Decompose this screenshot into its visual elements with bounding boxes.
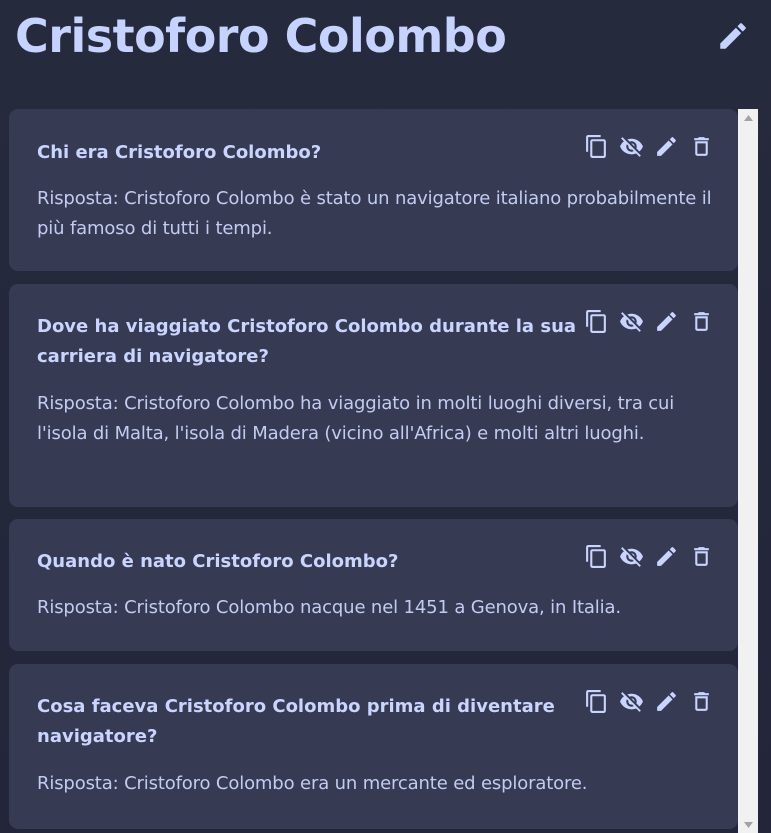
edit-card-button[interactable] (653, 308, 680, 335)
delete-card-button[interactable] (688, 543, 715, 570)
trash-icon (694, 692, 709, 711)
copy-button[interactable] (583, 133, 610, 160)
trash-icon (694, 547, 709, 566)
card-answer: Risposta: Cristoforo Colombo era un merc… (37, 773, 588, 794)
card-actions (583, 308, 715, 335)
card-actions (583, 133, 715, 160)
copy-button[interactable] (583, 688, 610, 715)
eye-off-icon (620, 137, 643, 157)
flashcard: Dove ha viaggiato Cristoforo Colombo dur… (9, 284, 738, 507)
copy-icon (586, 135, 606, 158)
scroll-up-arrow-icon[interactable] (738, 109, 758, 126)
pencil-icon (657, 547, 676, 566)
copy-icon (586, 690, 606, 713)
hide-answer-button[interactable] (618, 308, 645, 335)
page-title: Cristoforo Colombo (15, 9, 507, 63)
copy-button[interactable] (583, 308, 610, 335)
flashcard: Quando è nato Cristoforo Colombo? Rispos… (9, 519, 738, 651)
eye-off-icon (620, 312, 643, 332)
edit-card-button[interactable] (653, 688, 680, 715)
eye-off-icon (620, 692, 643, 712)
scroll-thumb[interactable] (740, 126, 756, 816)
trash-icon (694, 137, 709, 156)
hide-answer-button[interactable] (618, 688, 645, 715)
hide-answer-button[interactable] (618, 543, 645, 570)
card-question: Cosa faceva Cristoforo Colombo prima di … (37, 696, 555, 747)
card-question: Chi era Cristoforo Colombo? (37, 142, 322, 163)
copy-button[interactable] (583, 543, 610, 570)
card-answer: Risposta: Cristoforo Colombo ha viaggiat… (37, 393, 675, 444)
flashcard-list[interactable]: Chi era Cristoforo Colombo? Risposta: Cr… (9, 109, 738, 833)
card-answer: Risposta: Cristoforo Colombo è stato un … (37, 188, 712, 239)
pencil-icon (657, 312, 676, 331)
card-actions (583, 543, 715, 570)
edit-card-button[interactable] (653, 133, 680, 160)
card-question: Dove ha viaggiato Cristoforo Colombo dur… (37, 316, 577, 367)
hide-answer-button[interactable] (618, 133, 645, 160)
scroll-down-arrow-icon[interactable] (738, 816, 758, 833)
eye-off-icon (620, 547, 643, 567)
delete-card-button[interactable] (688, 308, 715, 335)
delete-card-button[interactable] (688, 133, 715, 160)
pencil-icon (657, 692, 676, 711)
pencil-icon (720, 23, 746, 49)
copy-icon (586, 545, 606, 568)
pencil-icon (657, 137, 676, 156)
card-actions (583, 688, 715, 715)
copy-icon (586, 310, 606, 333)
flashcard: Cosa faceva Cristoforo Colombo prima di … (9, 664, 738, 829)
card-question: Quando è nato Cristoforo Colombo? (37, 551, 399, 572)
card-answer: Risposta: Cristoforo Colombo nacque nel … (37, 597, 621, 618)
flashcard: Chi era Cristoforo Colombo? Risposta: Cr… (9, 109, 738, 271)
edit-title-button[interactable] (716, 19, 750, 53)
edit-card-button[interactable] (653, 543, 680, 570)
trash-icon (694, 312, 709, 331)
delete-card-button[interactable] (688, 688, 715, 715)
scrollbar[interactable] (738, 109, 758, 833)
